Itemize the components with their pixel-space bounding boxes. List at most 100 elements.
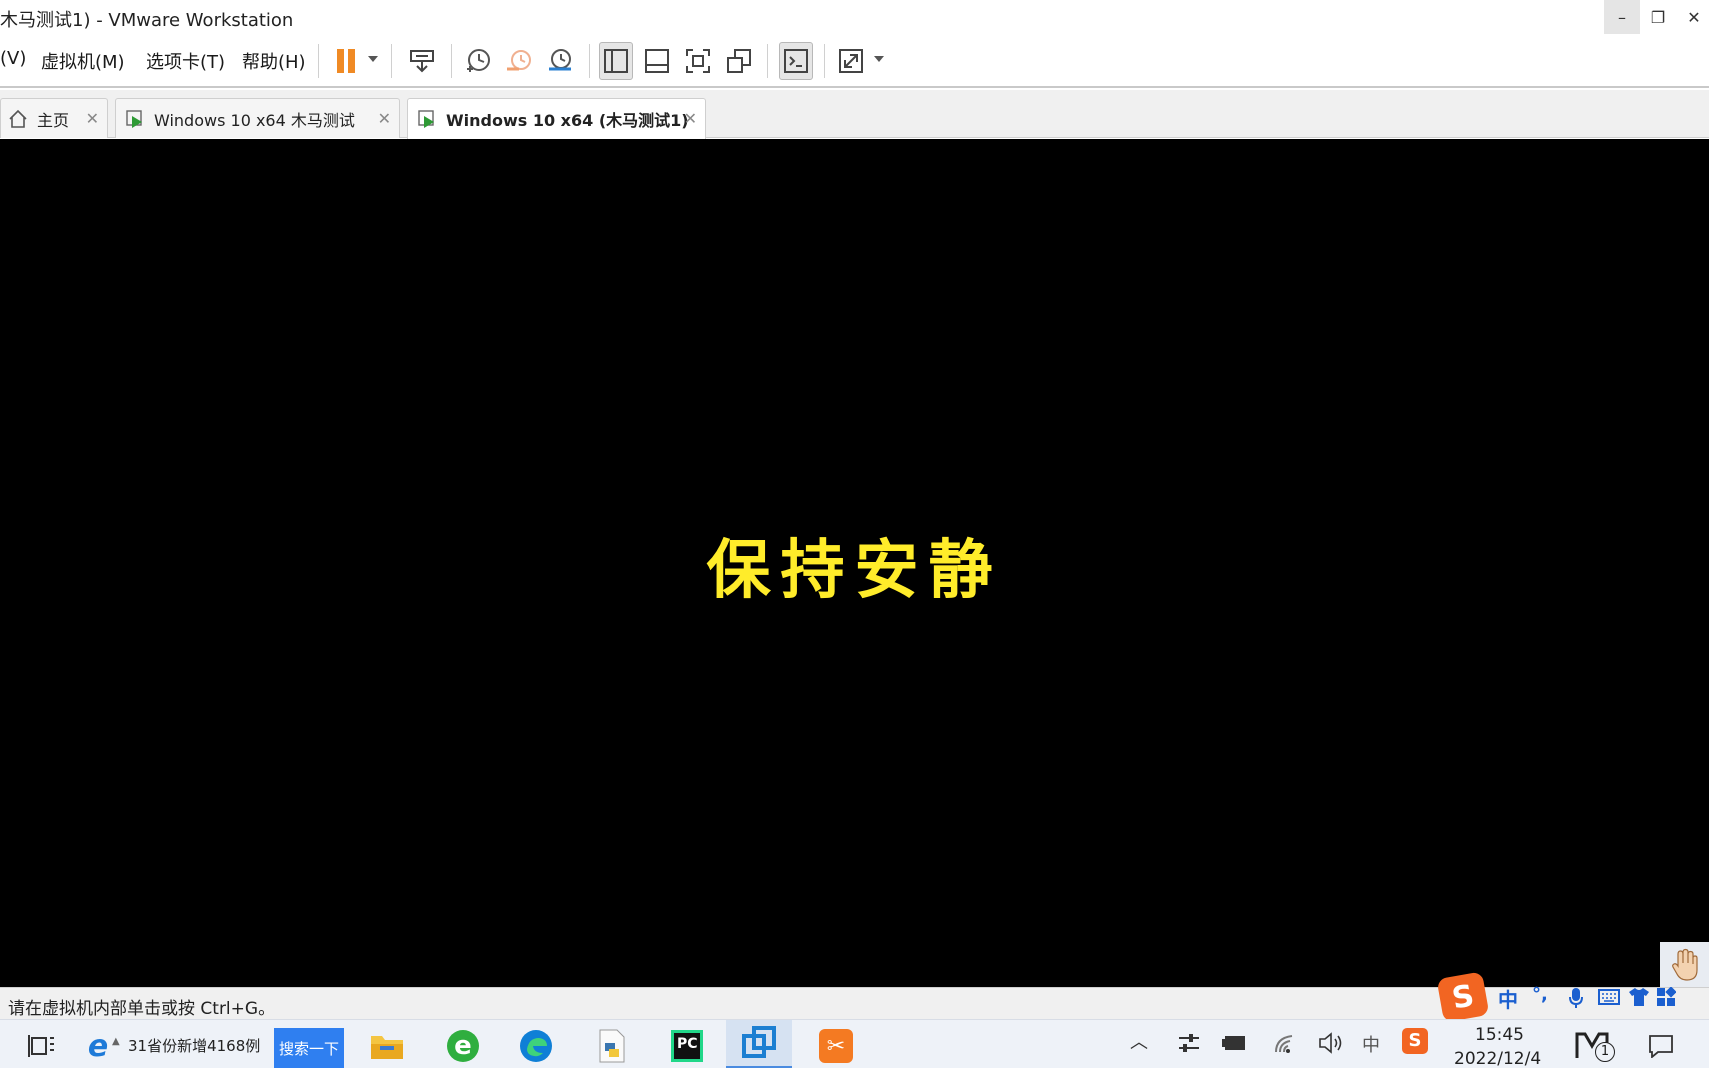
snapshot-clock-icon	[467, 49, 490, 72]
action-center-icon[interactable]	[1648, 1034, 1674, 1058]
full-screen-icon	[686, 49, 710, 73]
python-file-icon	[599, 1029, 625, 1063]
library-layout-icon	[604, 49, 628, 73]
keyboard-icon[interactable]	[1598, 989, 1620, 1005]
ime-toolbar: S 中 °,	[1436, 971, 1709, 1023]
ie-icon: e	[87, 1028, 109, 1064]
send-ctrl-alt-del-button[interactable]	[405, 42, 439, 80]
edge-button[interactable]	[516, 1026, 556, 1066]
pause-icon	[337, 49, 355, 73]
task-view-button[interactable]	[22, 1026, 62, 1066]
minimize-icon: –	[1618, 7, 1626, 27]
vm-running-icon	[126, 109, 142, 128]
toolbar: (V) 虚拟机(M) 选项卡(T) 帮助(H)	[0, 34, 1709, 88]
toolbar-separator	[391, 44, 392, 78]
scissors-app-button[interactable]: ✂	[816, 1026, 856, 1066]
tab-label: 主页	[37, 110, 70, 130]
restore-icon: ❐	[1650, 7, 1666, 27]
tab-bar: 主页 ✕ Windows 10 x64 木马测试 ✕ Windows 10 x6…	[0, 90, 1709, 139]
vmware-icon	[742, 1026, 776, 1058]
toolbar-separator	[318, 44, 319, 78]
edge-icon	[520, 1030, 552, 1062]
thumbnail-layout-icon	[645, 49, 669, 73]
menu-view[interactable]: (V)	[0, 48, 26, 69]
ie-app-button[interactable]: e	[443, 1026, 483, 1066]
toolbar-separator	[451, 44, 452, 78]
folder-icon	[371, 1036, 403, 1059]
status-hint: 请在虚拟机内部单击或按 Ctrl+G。	[8, 999, 276, 1019]
volume-icon[interactable]	[1318, 1032, 1344, 1054]
microphone-icon[interactable]	[1568, 987, 1584, 1009]
ime-lang-indicator[interactable]: 中	[1498, 984, 1518, 1013]
show-library-button[interactable]	[599, 42, 633, 80]
close-tab-icon[interactable]: ✕	[684, 109, 697, 128]
skin-shirt-icon[interactable]	[1628, 987, 1650, 1007]
close-tab-icon[interactable]: ✕	[86, 109, 99, 128]
battery-icon[interactable]	[1222, 1033, 1248, 1053]
stretch-dropdown-icon[interactable]	[874, 56, 884, 62]
ime-punctuation-indicator[interactable]: °,	[1532, 984, 1548, 1005]
clock-time[interactable]: 15:45	[1475, 1025, 1524, 1045]
snapshot-button[interactable]	[461, 42, 495, 80]
menu-help[interactable]: 帮助(H)	[242, 48, 306, 74]
file-explorer-button[interactable]	[367, 1026, 407, 1066]
news-headline[interactable]: 31省份新增4168例	[128, 1035, 260, 1056]
minimize-button[interactable]: –	[1604, 0, 1640, 34]
tab-home[interactable]: 主页 ✕	[0, 98, 108, 138]
title-bar: 木马测试1) - VMware Workstation – ❐ ✕	[0, 0, 1709, 34]
send-keys-icon	[410, 50, 434, 73]
tab-vm-1[interactable]: Windows 10 x64 木马测试 ✕	[115, 98, 400, 138]
notification-badge: 1	[1595, 1042, 1615, 1062]
tab-label: Windows 10 x64 (木马测试1)	[446, 111, 689, 130]
menu-tabs[interactable]: 选项卡(T)	[146, 48, 225, 74]
console-view-button[interactable]	[779, 42, 813, 80]
show-hidden-icons-icon[interactable]: ︿	[1130, 1028, 1148, 1054]
pycharm-icon: PC	[671, 1030, 703, 1062]
revert-snapshot-button[interactable]	[502, 42, 536, 80]
close-icon: ✕	[1687, 7, 1701, 27]
toolbar-separator	[824, 44, 825, 78]
task-view-icon	[28, 1035, 54, 1057]
toolbox-grid-icon[interactable]	[1656, 987, 1676, 1007]
vm-console[interactable]: 保持安静	[0, 139, 1709, 987]
snapshot-manager-button[interactable]	[543, 42, 577, 80]
sogou-logo-icon[interactable]: S	[1436, 971, 1490, 1023]
network-icon[interactable]	[1274, 1032, 1298, 1054]
search-button[interactable]: 搜索一下	[274, 1028, 344, 1068]
toolbar-separator	[767, 44, 768, 78]
home-icon	[9, 109, 27, 128]
close-button[interactable]: ✕	[1676, 0, 1709, 34]
menu-vm[interactable]: 虚拟机(M)	[41, 48, 125, 74]
scissors-icon: ✂	[819, 1029, 853, 1063]
console-icon	[784, 49, 808, 73]
revert-snapshot-icon	[507, 50, 531, 71]
restore-button[interactable]: ❐	[1640, 0, 1676, 34]
vm-running-icon	[418, 110, 434, 128]
show-thumbnail-bar-button[interactable]	[640, 42, 674, 80]
notification-app-button[interactable]: 1	[1575, 1030, 1615, 1064]
unity-button[interactable]	[722, 42, 756, 80]
ie-browser-icon: e	[447, 1030, 479, 1062]
vmware-taskbar-button[interactable]	[726, 1020, 792, 1068]
tab-label: Windows 10 x64 木马测试	[154, 110, 355, 130]
taskbar: e ▲ 31省份新增4168例 搜索一下 e PC ✂ ︿ 中 S 15:45 …	[0, 1019, 1709, 1068]
pause-button[interactable]	[329, 42, 363, 80]
toolbar-separator	[589, 44, 590, 78]
python-file-button[interactable]	[592, 1026, 632, 1066]
pycharm-button[interactable]: PC	[667, 1026, 707, 1066]
window-title: 木马测试1) - VMware Workstation	[0, 10, 294, 31]
unity-icon	[727, 49, 751, 73]
stretch-guest-button[interactable]	[834, 42, 868, 80]
vm-screen-message: 保持安静	[706, 534, 1003, 608]
snapshot-manager-icon	[549, 49, 571, 71]
full-screen-button[interactable]	[681, 42, 715, 80]
tab-vm-2[interactable]: Windows 10 x64 (木马测试1) ✕	[407, 98, 706, 139]
close-tab-icon[interactable]: ✕	[378, 109, 391, 128]
news-arrow-icon: ▲	[112, 1036, 120, 1047]
input-method-indicator[interactable]: 中	[1362, 1031, 1380, 1057]
stretch-icon	[839, 49, 863, 73]
settings-sliders-icon[interactable]	[1177, 1032, 1201, 1054]
pause-dropdown-icon[interactable]	[368, 56, 378, 62]
clock-date[interactable]: 2022/12/4	[1454, 1049, 1541, 1068]
sogou-tray-icon[interactable]: S	[1402, 1028, 1428, 1054]
